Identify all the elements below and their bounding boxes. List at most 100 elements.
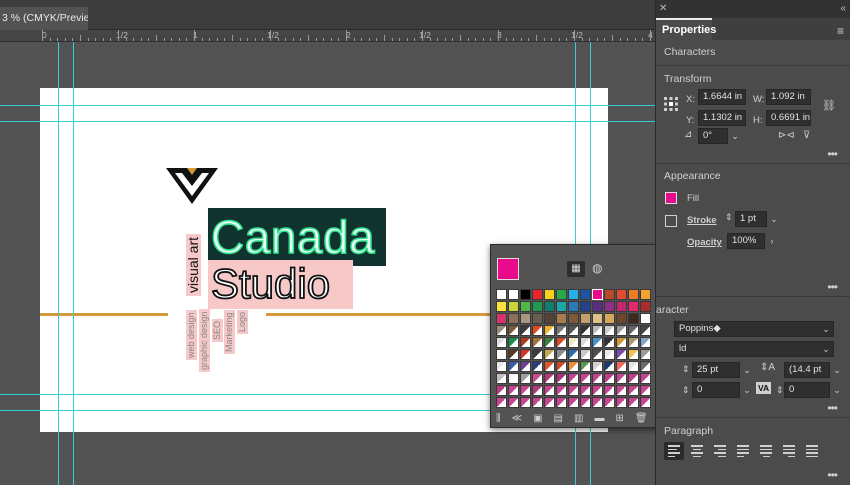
swatch-cell[interactable]: [532, 385, 543, 396]
tag-logo[interactable]: Logo: [237, 309, 248, 334]
swatch-cell[interactable]: [556, 397, 567, 408]
delete-swatch-icon[interactable]: 🗑: [635, 413, 648, 424]
swatch-cell[interactable]: [544, 385, 555, 396]
stroke-stepper-icon[interactable]: ⇕: [725, 212, 733, 223]
tab-properties[interactable]: Properties: [656, 18, 716, 40]
swatch-cell[interactable]: [580, 325, 591, 336]
leading-field[interactable]: (14.4 pt: [784, 362, 830, 378]
swatch-cell[interactable]: [568, 373, 579, 384]
tracking-field[interactable]: 0: [784, 382, 830, 398]
swatch-cell[interactable]: [532, 373, 543, 384]
swatch-cell[interactable]: [580, 373, 591, 384]
swatch-cell[interactable]: [604, 373, 615, 384]
headline-canada[interactable]: Canada: [208, 208, 386, 266]
swatch-cell[interactable]: [616, 349, 627, 360]
kerning-field[interactable]: 0: [692, 382, 740, 398]
fill-label[interactable]: Fill: [687, 193, 699, 204]
stroke-label[interactable]: Stroke: [687, 215, 717, 226]
swatch-libraries-icon[interactable]: ⫼: [496, 413, 501, 424]
swatch-current-fill[interactable]: [497, 258, 519, 280]
swatch-cell[interactable]: [556, 349, 567, 360]
swatch-cell[interactable]: [520, 301, 531, 312]
swatches-icon[interactable]: ▦: [567, 261, 585, 277]
swatch-cell[interactable]: [568, 313, 579, 324]
swatch-cell[interactable]: [508, 373, 519, 384]
swatch-cell[interactable]: [532, 313, 543, 324]
tag-web-design[interactable]: web design: [186, 310, 197, 360]
swatch-cell[interactable]: [592, 397, 603, 408]
section-characters[interactable]: Characters: [664, 46, 715, 58]
swatch-cell[interactable]: [604, 301, 615, 312]
swatch-cell[interactable]: [580, 397, 591, 408]
swatch-cell[interactable]: [508, 313, 519, 324]
guide-vertical[interactable]: [73, 42, 74, 485]
swatch-cell[interactable]: [532, 361, 543, 372]
swatch-cell[interactable]: [580, 301, 591, 312]
h-field[interactable]: 0.6691 in: [766, 110, 811, 126]
swatch-cell[interactable]: [616, 325, 627, 336]
align-center-icon[interactable]: [687, 442, 707, 460]
swatch-cell[interactable]: [496, 289, 507, 300]
swatch-cell[interactable]: [544, 361, 555, 372]
swatch-cell[interactable]: [544, 313, 555, 324]
swatch-cell[interactable]: [568, 361, 579, 372]
swatch-cell[interactable]: [580, 385, 591, 396]
color-group-icon[interactable]: ▤: [554, 413, 563, 424]
swatch-cell[interactable]: [532, 349, 543, 360]
swatch-cell[interactable]: [496, 337, 507, 348]
swatch-cell[interactable]: [556, 373, 567, 384]
swatch-cell[interactable]: [496, 397, 507, 408]
stroke-weight-field[interactable]: 1 pt: [735, 211, 767, 227]
font-size-stepper-icon[interactable]: ⇕: [682, 364, 690, 375]
leading-dropdown-icon[interactable]: ⌄: [830, 362, 844, 378]
swatch-cell[interactable]: [628, 397, 639, 408]
swatch-cell[interactable]: [508, 385, 519, 396]
swatch-cell[interactable]: [640, 325, 651, 336]
swatch-cell[interactable]: [628, 289, 639, 300]
font-style-field[interactable]: ld: [674, 341, 834, 357]
swatch-cell[interactable]: [532, 301, 543, 312]
swatch-cell[interactable]: [508, 349, 519, 360]
swatch-cell[interactable]: [640, 301, 651, 312]
swatch-cell[interactable]: [592, 325, 603, 336]
swatch-cell[interactable]: [604, 349, 615, 360]
stroke-dropdown-icon[interactable]: ⌄: [767, 211, 781, 227]
swatch-cell[interactable]: [592, 337, 603, 348]
font-family-dropdown-icon[interactable]: ⌄: [819, 321, 833, 337]
swatch-cell[interactable]: [556, 313, 567, 324]
swatch-cell[interactable]: [616, 397, 627, 408]
swatch-cell[interactable]: [604, 361, 615, 372]
close-panel-icon[interactable]: ✕: [659, 3, 667, 14]
fill-swatch[interactable]: [665, 192, 677, 204]
swatch-cell[interactable]: [520, 397, 531, 408]
swatches-popup[interactable]: ▦ ◍ ⫼ ≪ ▣ ▤ ▥ ▬ ⊞ 🗑: [490, 244, 655, 428]
kerning-dropdown-icon[interactable]: ⌄: [740, 382, 754, 398]
swatch-cell[interactable]: [556, 337, 567, 348]
swatch-cell[interactable]: [580, 349, 591, 360]
guide-horizontal[interactable]: [0, 121, 655, 122]
swatch-cell[interactable]: [520, 349, 531, 360]
tracking-dropdown-icon[interactable]: ⌄: [830, 382, 844, 398]
swatch-cell[interactable]: [616, 361, 627, 372]
reference-point-icon[interactable]: [664, 97, 678, 111]
opacity-field[interactable]: 100%: [727, 233, 765, 249]
swatch-cell[interactable]: [508, 325, 519, 336]
opacity-arrow-icon[interactable]: ›: [765, 233, 779, 249]
swatch-cell[interactable]: [604, 385, 615, 396]
w-field[interactable]: 1.092 in: [766, 89, 811, 105]
swatch-cell[interactable]: [568, 385, 579, 396]
tag-marketing[interactable]: Marketing: [224, 310, 235, 354]
swatch-options-icon[interactable]: ▣: [533, 413, 542, 424]
font-family-field[interactable]: Poppins◆: [674, 321, 834, 337]
swatch-cell[interactable]: [580, 337, 591, 348]
swatch-cell[interactable]: [532, 337, 543, 348]
swatch-cell[interactable]: [568, 301, 579, 312]
swatch-cell[interactable]: [640, 373, 651, 384]
swatch-cell[interactable]: [496, 373, 507, 384]
swatch-cell[interactable]: [592, 313, 603, 324]
swatch-cell[interactable]: [556, 289, 567, 300]
swatch-cell[interactable]: [604, 337, 615, 348]
swatch-cell[interactable]: [544, 397, 555, 408]
visual-art-text[interactable]: visual art: [185, 233, 201, 296]
swatch-cell[interactable]: [568, 289, 579, 300]
